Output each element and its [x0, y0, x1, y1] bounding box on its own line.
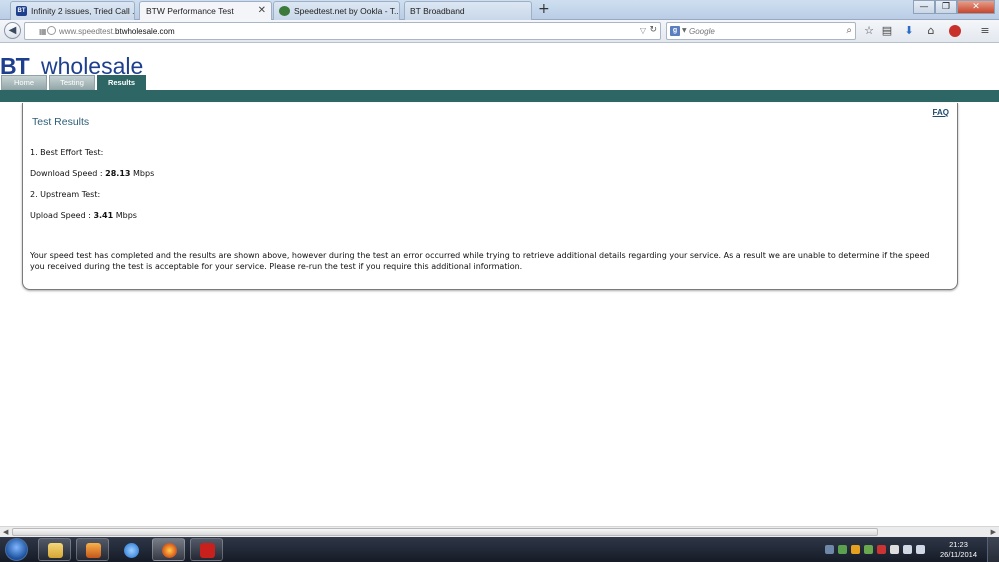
- google-icon: g: [670, 26, 680, 36]
- navigation-toolbar: ◀ ▦ www.speedtest.btwholesale.com ▽ ↻ g …: [0, 20, 999, 43]
- tray-expand-icon[interactable]: [825, 545, 834, 554]
- tab-title: BT Broadband: [410, 6, 465, 16]
- tab-title: BTW Performance Test: [146, 6, 234, 16]
- clock-time: 21:23: [949, 540, 968, 549]
- upload-unit: Mbps: [115, 211, 137, 220]
- clock[interactable]: 21:23 26/11/2014: [940, 540, 977, 560]
- tab-btw-performance-test[interactable]: BTW Performance Test ✕: [139, 1, 272, 21]
- engine-dropdown-icon[interactable]: ▼: [682, 27, 687, 34]
- bt-favicon-icon: BT: [16, 6, 27, 16]
- bookmark-star-icon[interactable]: ☆: [860, 22, 878, 40]
- page-content: BT wholesale Home Testing Results FAQ Te…: [0, 44, 999, 525]
- new-tab-button[interactable]: +: [538, 1, 550, 17]
- menu-icon[interactable]: ≡: [976, 22, 994, 40]
- download-unit: Mbps: [133, 169, 155, 178]
- tray-app-icon[interactable]: [877, 545, 886, 554]
- home-icon[interactable]: ⌂: [922, 22, 940, 40]
- horizontal-scrollbar[interactable]: ◀ ▶: [0, 526, 999, 537]
- nav-band: [0, 90, 999, 102]
- faq-link[interactable]: FAQ: [933, 108, 949, 117]
- firefox-icon: [162, 543, 177, 558]
- search-input[interactable]: [689, 25, 839, 37]
- upload-value: 3.41: [93, 211, 114, 220]
- address-bar[interactable]: ▦ www.speedtest.btwholesale.com ▽ ↻: [24, 22, 661, 40]
- clock-date: 26/11/2014: [940, 550, 977, 559]
- history-dropdown-icon[interactable]: ▽: [640, 26, 646, 35]
- nav-testing[interactable]: Testing: [49, 75, 95, 90]
- result-message: Your speed test has completed and the re…: [30, 251, 930, 271]
- acrobat-icon: [200, 543, 215, 558]
- explorer-taskbar-button[interactable]: [38, 538, 71, 561]
- tray-app-icon[interactable]: [838, 545, 847, 554]
- nav-results[interactable]: Results: [97, 75, 146, 90]
- maximize-button[interactable]: ❐: [935, 0, 957, 14]
- firefox-taskbar-button[interactable]: [152, 538, 185, 561]
- window-controls: — ❐ ✕: [913, 0, 995, 14]
- download-speed-line: Download Speed : 28.13 Mbps: [30, 169, 154, 178]
- ie-taskbar-button[interactable]: [114, 538, 147, 561]
- tab-title: Infinity 2 issues, Tried Call ...: [31, 6, 135, 16]
- internet-explorer-icon: [124, 543, 139, 558]
- start-button[interactable]: [5, 538, 28, 561]
- close-window-button[interactable]: ✕: [957, 0, 995, 14]
- results-panel: FAQ Test Results 1. Best Effort Test: Do…: [22, 103, 958, 290]
- windows-taskbar: 21:23 26/11/2014: [0, 537, 999, 562]
- volume-icon[interactable]: [916, 545, 925, 554]
- upstream-heading: 2. Upstream Test:: [30, 190, 101, 199]
- back-button[interactable]: ◀: [4, 22, 21, 39]
- scroll-left-icon[interactable]: ◀: [3, 528, 8, 536]
- tab-infinity-issues[interactable]: BT Infinity 2 issues, Tried Call ...: [10, 1, 135, 20]
- action-center-icon[interactable]: [890, 545, 899, 554]
- page-title: Test Results: [32, 116, 90, 128]
- media-player-taskbar-button[interactable]: [76, 538, 109, 561]
- acrobat-taskbar-button[interactable]: [190, 538, 223, 561]
- folder-icon: [48, 543, 63, 558]
- bookmarks-menu-icon[interactable]: ▤: [878, 22, 896, 40]
- network-icon[interactable]: [903, 545, 912, 554]
- screen: BT Infinity 2 issues, Tried Call ... BTW…: [0, 0, 999, 562]
- url-text: www.speedtest.btwholesale.com: [59, 27, 175, 36]
- speedtest-favicon-icon: [279, 6, 290, 16]
- grid-icon: ▦: [39, 27, 47, 36]
- adblock-icon[interactable]: [945, 22, 965, 40]
- scroll-right-icon[interactable]: ▶: [991, 528, 996, 536]
- system-tray: [825, 545, 925, 554]
- globe-icon: [47, 26, 56, 35]
- tab-title: Speedtest.net by Ookla - T...: [294, 6, 400, 16]
- tab-strip: BT Infinity 2 issues, Tried Call ... BTW…: [0, 0, 999, 21]
- tray-app-icon[interactable]: [851, 545, 860, 554]
- upload-label: Upload Speed :: [30, 211, 91, 220]
- upload-speed-line: Upload Speed : 3.41 Mbps: [30, 211, 137, 220]
- download-value: 28.13: [105, 169, 131, 178]
- show-desktop-button[interactable]: [987, 537, 999, 562]
- scroll-thumb[interactable]: [12, 528, 878, 536]
- tray-app-icon[interactable]: [864, 545, 873, 554]
- nav-home[interactable]: Home: [1, 75, 47, 90]
- media-player-icon: [86, 543, 101, 558]
- search-bar[interactable]: g ▼ ⌕: [666, 22, 856, 40]
- tab-speedtest[interactable]: Speedtest.net by Ookla - T...: [273, 1, 400, 20]
- minimize-button[interactable]: —: [913, 0, 935, 14]
- search-icon[interactable]: ⌕: [846, 25, 852, 36]
- best-effort-heading: 1. Best Effort Test:: [30, 148, 104, 157]
- downloads-icon[interactable]: ⬇: [900, 22, 918, 40]
- tab-bt-broadband[interactable]: BT Broadband: [404, 1, 532, 20]
- reload-icon[interactable]: ↻: [649, 25, 657, 35]
- close-tab-icon[interactable]: ✕: [258, 5, 266, 16]
- download-label: Download Speed :: [30, 169, 103, 178]
